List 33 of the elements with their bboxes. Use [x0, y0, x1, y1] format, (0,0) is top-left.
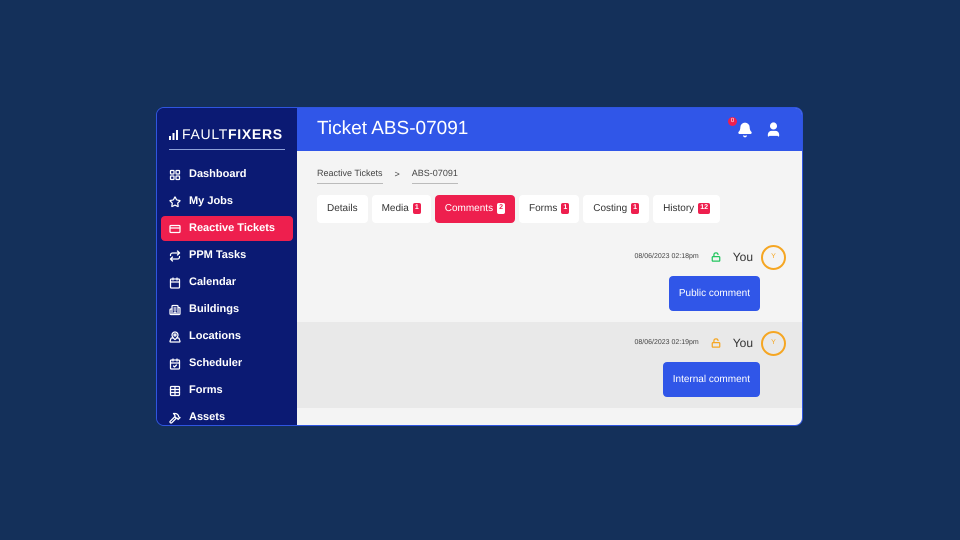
nav-item[interactable]: Locations: [161, 324, 293, 349]
star-icon: [169, 196, 181, 208]
user-icon[interactable]: [765, 121, 782, 138]
nav-item[interactable]: Scheduler: [161, 351, 293, 376]
nav-item[interactable]: Reactive Tickets: [161, 216, 293, 241]
calendar-icon: [169, 276, 181, 288]
comment-author: You: [732, 335, 753, 352]
bars-icon: [169, 130, 178, 140]
nav-item[interactable]: Forms: [161, 378, 293, 403]
hammer-icon: [169, 412, 181, 424]
nav-item[interactable]: Calendar: [161, 270, 293, 295]
tab[interactable]: Details: [317, 194, 368, 222]
breadcrumb-separator: >: [394, 168, 400, 180]
building-icon: [169, 304, 181, 316]
logo-text: FAULTFIXERS: [182, 125, 283, 144]
map-icon: [169, 330, 181, 342]
nav-item[interactable]: My Jobs: [161, 189, 293, 214]
comment-author: You: [732, 249, 753, 266]
ticket-title: Ticket ABS-07091: [317, 117, 468, 142]
grid-icon: [169, 168, 181, 180]
comment-bubble: Internal comment: [662, 362, 760, 396]
comment-bubble: Public comment: [668, 276, 760, 310]
breadcrumb-current: ABS-07091: [412, 167, 458, 184]
nav-item[interactable]: Buildings: [161, 297, 293, 322]
nav-item[interactable]: Assets: [161, 405, 293, 425]
notification-bell-icon[interactable]: [737, 122, 753, 138]
card-icon: [169, 222, 181, 234]
repeat-icon: [169, 250, 181, 262]
breadcrumb-link[interactable]: Reactive Tickets: [317, 167, 383, 184]
nav-item[interactable]: PPM Tasks: [161, 243, 293, 268]
table-icon: [169, 384, 181, 396]
nav-item[interactable]: Dashboard: [161, 162, 293, 187]
calendar-edit-icon: [169, 358, 181, 370]
